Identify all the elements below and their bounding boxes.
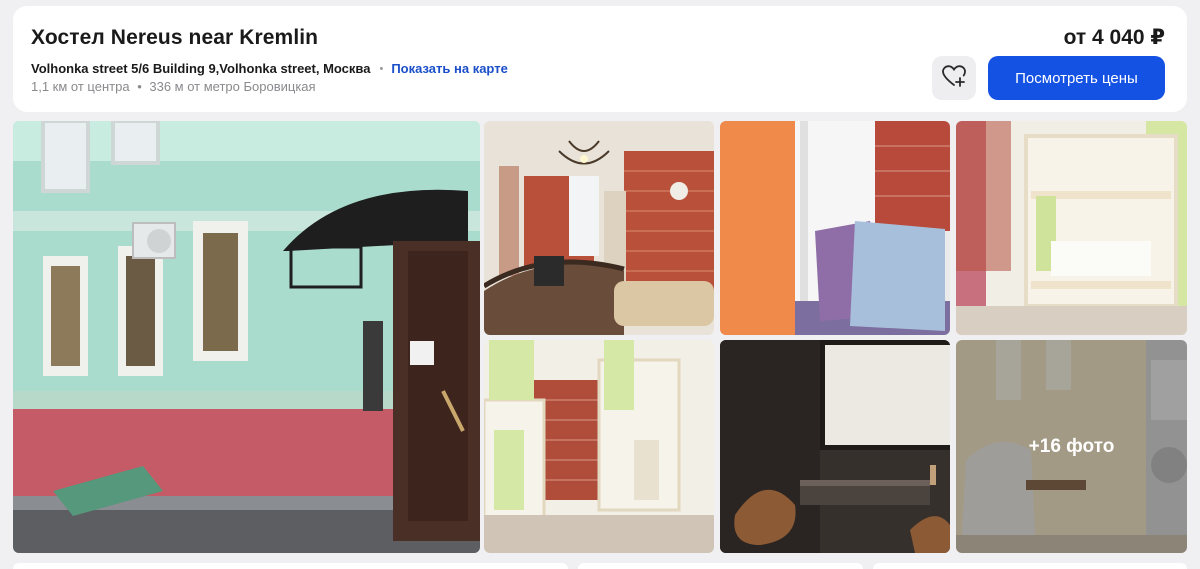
next-card-edge [13, 563, 568, 569]
gallery-photo-4[interactable] [956, 121, 1187, 335]
more-photos-overlay[interactable]: +16 фото [956, 340, 1187, 553]
gallery-photo-5[interactable] [484, 340, 714, 553]
distance-center: 1,1 км от центра [31, 79, 130, 94]
address-row: Volhonka street 5/6 Building 9,Volhonka … [31, 61, 508, 76]
next-card-edge [578, 563, 863, 569]
next-card-edge [873, 563, 1187, 569]
gallery-photo-more[interactable]: +16 фото [956, 340, 1187, 553]
window-pillows-image [720, 121, 950, 335]
bunk-beds-image [956, 121, 1187, 335]
lounge-screen-image [720, 340, 950, 553]
distance-metro: 336 м от метро Боровицкая [149, 79, 316, 94]
building-facade-image [13, 121, 480, 553]
show-on-map-link[interactable]: Показать на карте [391, 61, 507, 76]
bunk-beds-room-image [484, 340, 714, 553]
heart-plus-icon [942, 64, 966, 92]
gallery-photo-2[interactable] [484, 121, 714, 335]
hotel-address: Volhonka street 5/6 Building 9,Volhonka … [31, 61, 371, 76]
hotel-header-card: Хостел Nereus near Kremlin Volhonka stre… [13, 6, 1187, 112]
price-label: от 4 040 ₽ [1063, 26, 1165, 49]
view-prices-button[interactable]: Посмотреть цены [988, 56, 1165, 100]
favorite-button[interactable] [932, 56, 976, 100]
reception-lobby-image [484, 121, 714, 335]
gallery-photo-6[interactable] [720, 340, 950, 553]
distance-row: 1,1 км от центра • 336 м от метро Борови… [31, 79, 316, 94]
distance-separator: • [137, 79, 142, 94]
gallery-photo-main[interactable] [13, 121, 480, 553]
gallery-photo-3[interactable] [720, 121, 950, 335]
hotel-title[interactable]: Хостел Nereus near Kremlin [31, 26, 318, 50]
more-photos-label: +16 фото [1028, 435, 1115, 457]
dot-separator: • [379, 62, 384, 75]
